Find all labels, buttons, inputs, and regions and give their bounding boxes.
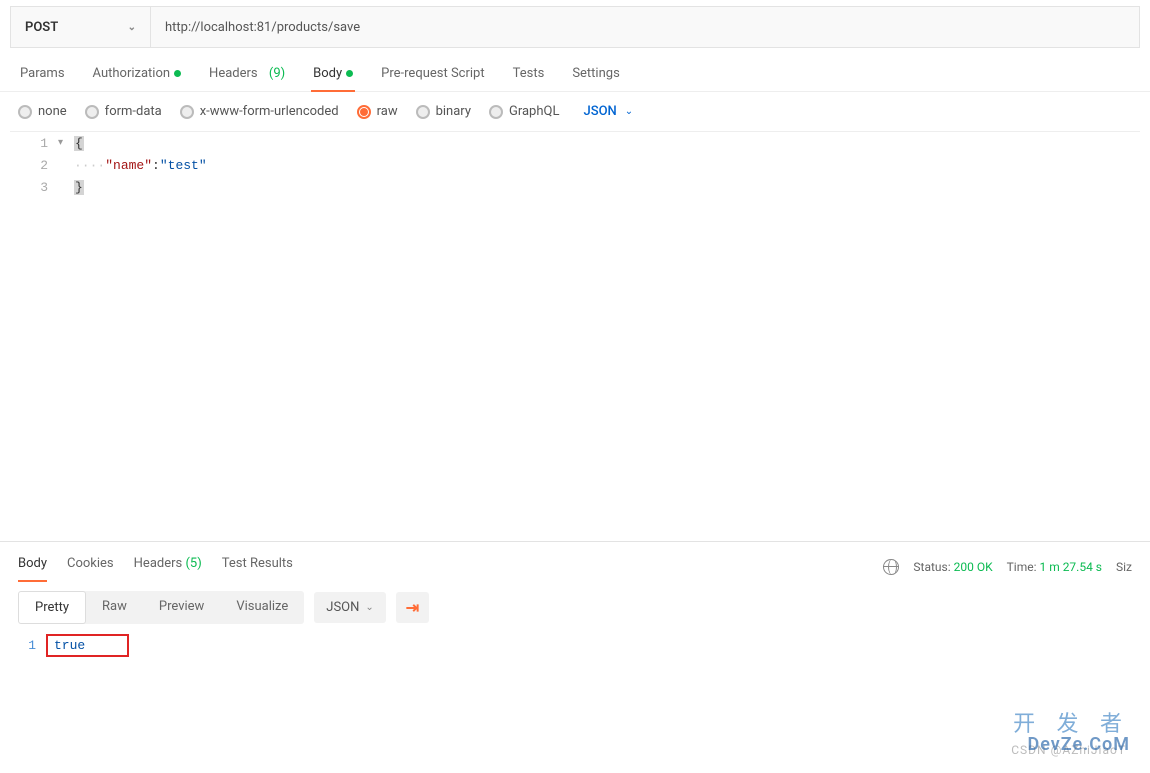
line-number: 2 (10, 158, 58, 173)
radio-icon (489, 105, 503, 119)
editor-line: 1 true (18, 634, 1132, 656)
body-type-row: none form-data x-www-form-urlencoded raw… (0, 92, 1150, 131)
url-bar: POST ⌄ http://localhost:81/products/save (10, 6, 1140, 48)
status-label: Status: 200 OK (913, 560, 992, 574)
dot-icon (346, 70, 353, 77)
radio-icon (180, 105, 194, 119)
wrap-lines-button[interactable]: ⇥ (396, 592, 429, 623)
editor-line: 1 ▾ { (10, 132, 1140, 154)
view-visualize[interactable]: Visualize (220, 591, 304, 624)
watermark-faint: CSDN @AZhiJiaoT (1011, 743, 1126, 757)
line-number: 3 (10, 180, 58, 195)
response-body-editor[interactable]: 1 true (18, 634, 1132, 656)
method-select[interactable]: POST ⌄ (11, 7, 151, 47)
radio-icon (85, 105, 99, 119)
url-input[interactable]: http://localhost:81/products/save (151, 7, 1139, 47)
resp-tab-cookies[interactable]: Cookies (67, 552, 114, 581)
radio-icon (18, 105, 32, 119)
radio-formdata[interactable]: form-data (85, 104, 162, 119)
resp-tab-body[interactable]: Body (18, 552, 47, 581)
body-format-select[interactable]: JSON⌄ (583, 104, 633, 119)
fold-icon[interactable]: ▾ (58, 137, 70, 149)
tab-params[interactable]: Params (18, 60, 67, 91)
resp-tab-headers[interactable]: Headers (5) (134, 552, 202, 581)
time-label: Time: 1 m 27.54 s (1007, 560, 1102, 574)
tab-settings[interactable]: Settings (570, 60, 621, 91)
radio-urlencoded[interactable]: x-www-form-urlencoded (180, 104, 339, 119)
chevron-down-icon: ⌄ (365, 602, 373, 613)
tab-prerequest[interactable]: Pre-request Script (379, 60, 486, 91)
request-tabs: Params Authorization Headers (9) Body Pr… (0, 48, 1150, 92)
line-number: 1 (18, 638, 46, 653)
view-tabs: Pretty Raw Preview Visualize (18, 591, 304, 624)
response-meta: Status: 200 OK Time: 1 m 27.54 s Siz (883, 559, 1132, 575)
radio-icon (416, 105, 430, 119)
wrap-icon: ⇥ (406, 598, 419, 617)
response-format-select[interactable]: JSON⌄ (314, 592, 386, 623)
radio-graphql[interactable]: GraphQL (489, 104, 559, 119)
method-value: POST (25, 20, 58, 35)
radio-icon (357, 105, 371, 119)
radio-binary[interactable]: binary (416, 104, 471, 119)
resp-tab-testresults[interactable]: Test Results (222, 552, 293, 581)
view-preview[interactable]: Preview (143, 591, 220, 624)
chevron-down-icon: ⌄ (128, 22, 136, 33)
radio-none[interactable]: none (18, 104, 67, 119)
tab-body[interactable]: Body (311, 60, 355, 91)
dot-icon (174, 70, 181, 77)
view-raw[interactable]: Raw (86, 591, 143, 624)
chevron-down-icon: ⌄ (625, 106, 633, 117)
response-header: Body Cookies Headers (5) Test Results St… (0, 541, 1150, 581)
line-number: 1 (10, 136, 58, 151)
tab-authorization[interactable]: Authorization (91, 60, 184, 91)
watermark-line1: 开 发 者 (1013, 706, 1130, 738)
editor-line: 3 } (10, 176, 1140, 198)
view-pretty[interactable]: Pretty (18, 591, 86, 624)
radio-raw[interactable]: raw (357, 104, 398, 119)
url-value: http://localhost:81/products/save (165, 20, 360, 35)
editor-line: 2 ····"name":"test" (10, 154, 1140, 176)
highlighted-value: true (46, 634, 129, 657)
size-label: Siz (1116, 560, 1132, 574)
request-body-editor[interactable]: 1 ▾ { 2 ····"name":"test" 3 } (10, 131, 1140, 541)
tab-tests[interactable]: Tests (511, 60, 547, 91)
response-tabs: Body Cookies Headers (5) Test Results (18, 552, 293, 581)
response-view-bar: Pretty Raw Preview Visualize JSON⌄ ⇥ (0, 581, 1150, 634)
globe-icon[interactable] (883, 559, 899, 575)
tab-headers[interactable]: Headers (9) (207, 60, 287, 91)
